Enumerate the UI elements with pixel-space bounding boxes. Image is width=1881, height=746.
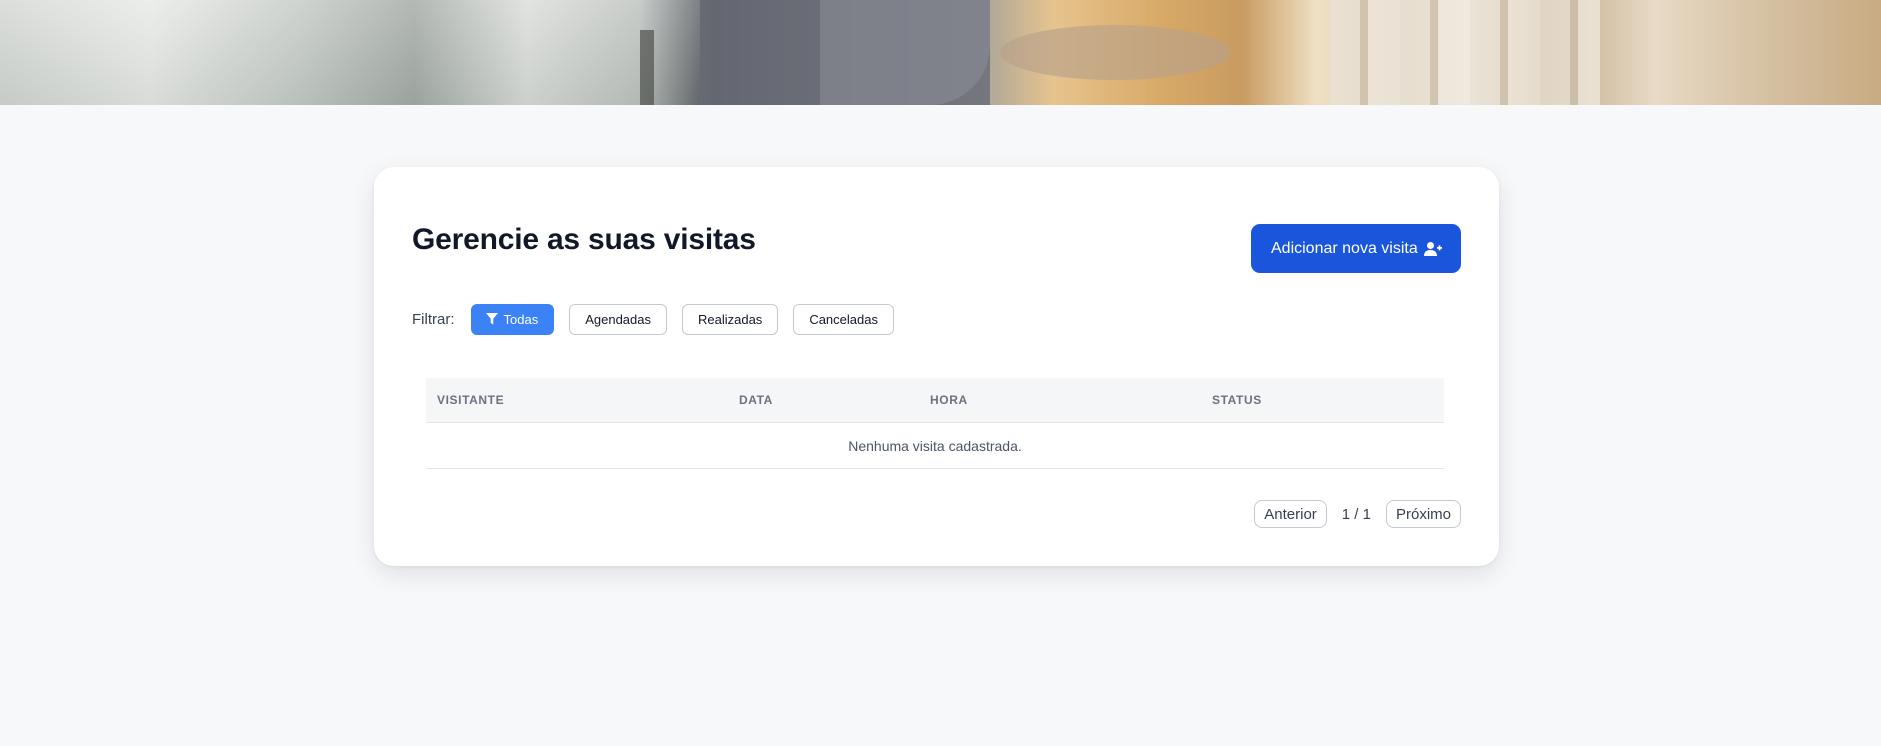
filter-agendadas-button[interactable]: Agendadas <box>569 303 667 335</box>
hero-banner-image <box>0 0 1881 105</box>
visits-card: Gerencie as suas visitas Adicionar nova … <box>374 167 1499 566</box>
column-header-status: STATUS <box>1212 393 1262 407</box>
previous-page-button[interactable]: Anterior <box>1254 500 1327 528</box>
page-title: Gerencie as suas visitas <box>412 223 756 256</box>
pagination: Anterior 1 / 1 Próximo <box>1254 500 1461 528</box>
column-header-visitante: VISITANTE <box>437 393 505 407</box>
page-indicator: 1 / 1 <box>1341 505 1371 523</box>
add-visit-button[interactable]: Adicionar nova visita <box>1251 224 1461 273</box>
filter-icon <box>485 313 498 325</box>
table-header: VISITANTE DATA HORA STATUS <box>426 378 1444 423</box>
filter-todas-label: Todas <box>503 311 539 327</box>
visits-table: VISITANTE DATA HORA STATUS Nenhuma visit… <box>426 378 1444 469</box>
filter-canceladas-button[interactable]: Canceladas <box>793 303 894 335</box>
filter-todas-button[interactable]: Todas <box>470 303 555 335</box>
column-header-data: DATA <box>739 393 773 407</box>
filter-canceladas-label: Canceladas <box>809 311 878 327</box>
filter-realizadas-label: Realizadas <box>697 311 763 327</box>
user-plus-icon <box>1424 241 1442 257</box>
next-page-button[interactable]: Próximo <box>1385 500 1461 528</box>
filter-realizadas-button[interactable]: Realizadas <box>681 303 779 335</box>
column-header-hora: HORA <box>930 393 968 407</box>
filter-label: Filtrar: <box>412 310 455 328</box>
add-visit-button-label: Adicionar nova visita <box>1271 239 1418 257</box>
filter-bar: Filtrar: Todas Agendadas Realizadas Canc… <box>412 303 909 335</box>
filter-agendadas-label: Agendadas <box>585 311 651 327</box>
empty-table-message: Nenhuma visita cadastrada. <box>426 423 1444 469</box>
